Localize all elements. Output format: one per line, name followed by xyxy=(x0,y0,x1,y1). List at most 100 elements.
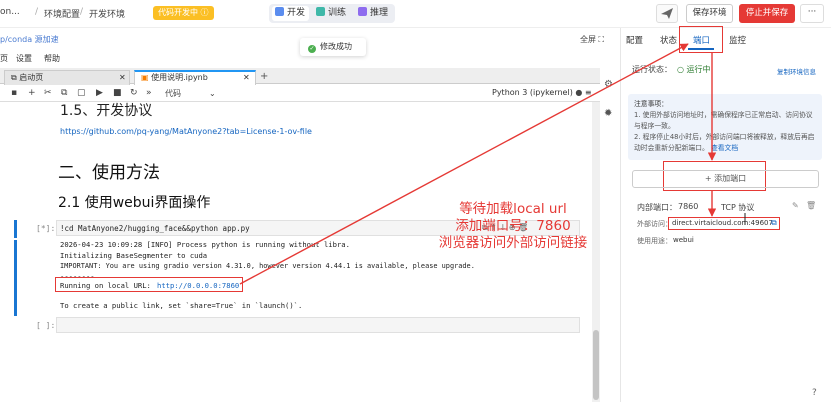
protocol-label: TCP 协议 xyxy=(721,203,755,212)
delete-icon[interactable]: 🗑 xyxy=(806,201,816,210)
local-url-link[interactable]: http://0.0.0.0:7860 xyxy=(157,281,239,290)
cell-type-label: 代码 xyxy=(165,89,181,98)
menu-page[interactable]: 页 xyxy=(0,53,8,64)
mode-dev-label: 开发 xyxy=(287,8,306,18)
tab-launcher[interactable]: ⧉ 启动页 ✕ xyxy=(4,70,130,85)
close-icon[interactable]: ✕ xyxy=(243,72,250,84)
share-button[interactable] xyxy=(656,4,678,23)
train-icon xyxy=(316,7,325,16)
output-active-bar xyxy=(14,240,17,316)
edit-icon[interactable]: ✎ xyxy=(792,201,799,210)
check-icon: ✓ xyxy=(308,45,316,53)
heading-webui: 2.1 使用webui界面操作 xyxy=(58,195,211,211)
kernel-indicator[interactable]: Python 3 (ipykernel) ● ≡ xyxy=(492,88,592,97)
save-icon[interactable]: ▪ xyxy=(11,88,17,98)
close-icon[interactable]: ✕ xyxy=(119,71,126,85)
bug-icon: ≡ xyxy=(584,88,592,97)
expand-icon: ⛶ xyxy=(598,35,605,44)
breadcrumb-env-config[interactable]: 环境配置 xyxy=(44,7,80,20)
active-tab-indicator xyxy=(688,48,714,50)
help-icon[interactable]: ? xyxy=(812,388,817,398)
notice-title: 注意事项： xyxy=(634,100,668,108)
notebook-icon: ▣ xyxy=(141,73,149,82)
heading-usage: 二、使用方法 xyxy=(58,163,160,183)
chevron-down-icon: ⌄ xyxy=(209,89,216,98)
tab-launcher-label: 启动页 xyxy=(19,73,44,82)
menu-help[interactable]: 帮助 xyxy=(44,53,60,64)
mode-dev-button[interactable]: 开发 xyxy=(272,6,310,21)
purpose-value: webui xyxy=(673,236,694,244)
right-panel xyxy=(620,28,831,402)
stop-icon[interactable]: ■ xyxy=(113,88,122,98)
code-line[interactable]: !cd MatAnyone2/hugging_face&&python app.… xyxy=(60,224,250,233)
output-line: IMPORTANT: You are using gradio version … xyxy=(60,262,475,270)
fast-forward-icon[interactable]: » xyxy=(146,88,152,98)
fullscreen-button[interactable]: 全屏 ⛶ xyxy=(580,34,604,45)
external-url-text: direct.virtaicloud.com:49607 xyxy=(672,219,773,227)
run-status-text: 运行中 xyxy=(686,65,711,74)
tab-port[interactable]: 端口 xyxy=(693,34,710,46)
status-dot-icon: ○ xyxy=(677,65,684,74)
output-line: 2026-04-23 10:09:28 [INFO] Process pytho… xyxy=(60,240,350,249)
view-docs-link[interactable]: 查看文档 xyxy=(711,144,738,152)
notice-box: 注意事项： 1. 使用外部访问地址时，需确保程序已正常启动、访问协议与程序一致。… xyxy=(628,94,822,160)
toast-notification: ✓ 修改成功 xyxy=(300,38,366,56)
empty-code-cell[interactable] xyxy=(56,317,580,333)
purpose-label: 使用用途： xyxy=(637,237,672,245)
mode-train-button[interactable]: 训练 xyxy=(313,6,350,21)
breadcrumb-separator: / xyxy=(35,7,39,17)
mode-switcher: 开发 训练 推理 xyxy=(269,4,395,23)
paper-plane-icon xyxy=(661,8,673,19)
extension-icon[interactable]: ✹ xyxy=(604,108,612,119)
kernel-label: Python 3 (ipykernel) xyxy=(492,88,573,97)
output-line: To create a public link, set `share=True… xyxy=(60,301,303,310)
gear-icon[interactable]: ⚙ xyxy=(604,79,613,90)
internal-port-label: 内部端口： xyxy=(637,203,677,212)
tab-config[interactable]: 配置 xyxy=(626,34,643,46)
annotation-line: 添加端口号：7860 xyxy=(455,218,571,234)
mode-infer-button[interactable]: 推理 xyxy=(355,6,392,21)
fullscreen-label: 全屏 xyxy=(580,35,596,44)
run-status-value: ○ 运行中 xyxy=(677,64,711,75)
annotation-line: 浏览器访问外部访问链接 xyxy=(438,235,588,251)
launcher-icon: ⧉ xyxy=(11,73,17,82)
copy-icon[interactable]: ⧉ xyxy=(771,218,777,228)
add-cell-icon[interactable]: + xyxy=(28,88,36,98)
breadcrumb-project[interactable]: on... xyxy=(0,7,20,17)
copy-icon[interactable]: ⧉ xyxy=(61,88,67,98)
cell-type-select[interactable]: 代码 ⌄ xyxy=(165,88,216,99)
more-button[interactable]: ··· xyxy=(800,4,824,23)
status-badge-label: 代码开发中 xyxy=(158,8,198,17)
infer-icon xyxy=(358,7,367,16)
cell-active-bar xyxy=(14,220,17,238)
kernel-status-icon: ● xyxy=(575,88,583,97)
copy-env-info-link[interactable]: 复制环境信息 xyxy=(777,66,816,76)
heading-license: 1.5、开发协议 xyxy=(60,103,153,119)
add-port-button[interactable]: + 添加端口 xyxy=(632,170,819,188)
conda-accel-link[interactable]: p/conda 源加速 xyxy=(0,34,59,45)
tab-monitor[interactable]: 监控 xyxy=(729,34,746,46)
license-link[interactable]: https://github.com/pq-yang/MatAnyone2?ta… xyxy=(60,127,312,136)
stop-and-save-button[interactable]: 停止并保存 xyxy=(739,4,795,23)
annotation-text: 等待加载local url 添加端口号：7860 浏览器访问外部访问链接 xyxy=(428,201,598,252)
tab-notebook-label: 使用说明.ipynb xyxy=(151,73,208,82)
mode-train-label: 训练 xyxy=(328,8,347,18)
scrollbar-thumb[interactable] xyxy=(593,330,599,400)
paste-icon[interactable]: ▢ xyxy=(77,88,86,98)
save-env-button[interactable]: 保存环境 xyxy=(686,4,733,23)
cell-prompt: [*]: xyxy=(36,224,56,233)
cell-prompt: [ ]: xyxy=(36,321,56,330)
menu-settings[interactable]: 设置 xyxy=(16,53,32,64)
info-icon: ⓘ xyxy=(200,8,209,17)
output-local-label: Running on local URL: xyxy=(60,281,151,290)
run-icon[interactable]: ▶ xyxy=(96,88,103,98)
new-tab-button[interactable]: + xyxy=(260,71,268,82)
tab-status[interactable]: 状态 xyxy=(660,34,677,46)
external-access-label: 外部访问： xyxy=(637,220,672,228)
cut-icon[interactable]: ✂ xyxy=(44,88,52,98)
tab-notebook[interactable]: ▣ 使用说明.ipynb ✕ xyxy=(134,70,256,85)
external-url-field[interactable]: direct.virtaicloud.com:49607 xyxy=(668,217,780,230)
restart-icon[interactable]: ↻ xyxy=(130,88,138,98)
internal-port-value: 7860 xyxy=(678,202,699,211)
notice-item: 1. 使用外部访问地址时，需确保程序已正常启动、访问协议与程序一致。 xyxy=(634,111,813,130)
